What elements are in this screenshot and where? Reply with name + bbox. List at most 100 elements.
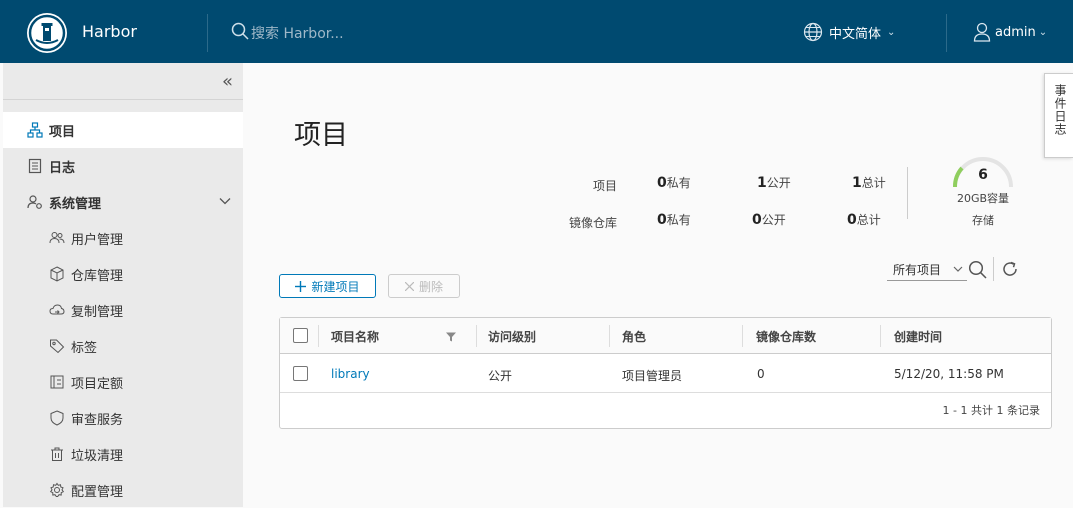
stat-repos-public: 0公开 (752, 212, 786, 228)
sidebar-item-label: 标签 (71, 340, 98, 356)
close-icon (404, 281, 414, 291)
user-icon (973, 22, 991, 42)
new-project-button[interactable]: 新建项目 (279, 274, 376, 298)
language-label: 中文简体 (829, 26, 882, 42)
users-icon (49, 230, 65, 246)
trash-icon (49, 446, 65, 462)
collapse-sidebar-icon[interactable]: « (222, 71, 233, 92)
storage-value: 6 (978, 167, 988, 183)
sidebar-item-registries[interactable]: 仓库管理 (3, 256, 243, 292)
row-checkbox[interactable] (293, 366, 308, 381)
table-row[interactable]: library 公开 项目管理员 0 5/12/20, 11:58 PM (280, 355, 1051, 393)
shield-icon (49, 410, 65, 426)
sidebar-item-label: 日志 (49, 160, 76, 176)
project-role: 项目管理员 (622, 369, 683, 383)
stat-repos-total: 0总计 (847, 212, 881, 228)
sidebar-item-label: 复制管理 (71, 304, 124, 320)
toolbar-divider (993, 257, 994, 281)
main-content: 项目 项目 0私有 1公开 1总计 镜像仓库 0私有 0公开 0总计 6 20G… (243, 63, 1073, 507)
header-divider (207, 14, 208, 52)
sidebar: « 项目 日志 系统管理 用户管理 仓库管理 复制管理 标签 项目定额 审查服务… (3, 63, 243, 507)
new-project-label: 新建项目 (311, 279, 360, 294)
chevron-down-icon: ⌄ (887, 26, 896, 38)
select-all-checkbox[interactable] (293, 328, 308, 343)
column-divider (476, 325, 477, 347)
table-header: 项目名称 访问级别 角色 镜像仓库数 创建时间 (280, 318, 1051, 354)
project-access-level: 公开 (488, 369, 513, 383)
stat-projects-label: 项目 (592, 179, 617, 193)
column-header-name[interactable]: 项目名称 (331, 328, 379, 345)
column-divider (609, 325, 610, 347)
sidebar-item-configuration[interactable]: 配置管理 (3, 472, 243, 508)
stat-repos-label: 镜像仓库 (568, 216, 617, 230)
sidebar-item-logs[interactable]: 日志 (3, 148, 243, 184)
stat-projects-private: 0私有 (657, 175, 691, 191)
project-created-time: 5/12/20, 11:58 PM (894, 367, 1004, 381)
chevron-down-icon (953, 263, 963, 277)
user-menu[interactable]: admin ⌄ (973, 22, 1047, 42)
event-log-label: 事件日志 (1053, 84, 1067, 136)
username: admin (995, 24, 1036, 40)
sidebar-item-interrogation-services[interactable]: 审查服务 (3, 400, 243, 436)
project-name-link[interactable]: library (331, 367, 370, 381)
sidebar-item-users[interactable]: 用户管理 (3, 220, 243, 256)
sidebar-item-projects[interactable]: 项目 (3, 112, 243, 148)
column-header-access[interactable]: 访问级别 (488, 328, 536, 345)
harbor-logo[interactable] (27, 13, 67, 53)
quota-icon (49, 374, 65, 390)
column-header-created[interactable]: 创建时间 (894, 328, 942, 345)
stats-divider (907, 167, 908, 219)
project-repo-count: 0 (757, 367, 765, 381)
chevron-down-icon: ⌄ (1038, 26, 1048, 38)
registry-icon (49, 266, 65, 282)
sidebar-item-replications[interactable]: 复制管理 (3, 292, 243, 328)
sidebar-divider (3, 99, 243, 100)
stat-repos-private: 0私有 (657, 212, 691, 228)
search-icon[interactable] (968, 260, 987, 283)
page-title: 项目 (294, 120, 348, 151)
sidebar-item-system-admin[interactable]: 系统管理 (3, 184, 243, 220)
header-divider (946, 14, 947, 52)
projects-icon (27, 122, 43, 138)
column-divider (742, 325, 743, 347)
search-icon (231, 22, 249, 44)
brand-name[interactable]: Harbor (82, 22, 137, 41)
logs-icon (27, 158, 43, 174)
globe-icon (803, 22, 823, 42)
replication-icon (49, 302, 65, 318)
project-filter-select[interactable]: 所有项目 (887, 259, 967, 281)
projects-table: 项目名称 访问级别 角色 镜像仓库数 创建时间 library 公开 项目管理员… (279, 317, 1052, 429)
language-switcher[interactable]: 中文简体 ⌄ (803, 22, 895, 42)
stat-projects-total: 1总计 (852, 175, 886, 191)
storage-label: 存储 (972, 214, 994, 227)
event-log-tab[interactable]: 事件日志 (1044, 73, 1073, 158)
sidebar-item-label: 用户管理 (71, 232, 124, 248)
sidebar-item-label: 审查服务 (71, 412, 124, 428)
delete-button[interactable]: 删除 (388, 274, 460, 298)
gear-icon (49, 482, 65, 498)
delete-label: 删除 (418, 279, 443, 294)
filter-icon[interactable] (446, 332, 456, 342)
sidebar-item-labels[interactable]: 标签 (3, 328, 243, 364)
stat-projects-public: 1公开 (757, 175, 791, 191)
chevron-down-icon (219, 195, 231, 211)
global-search[interactable]: 搜索 Harbor... (231, 22, 344, 44)
top-header: Harbor 搜索 Harbor... 中文简体 ⌄ admin ⌄ (0, 0, 1073, 63)
filter-selected: 所有项目 (893, 263, 942, 277)
sidebar-item-label: 垃圾清理 (71, 448, 124, 464)
table-footer-count: 1 - 1 共计 1 条记录 (942, 404, 1040, 417)
plus-icon (295, 280, 307, 292)
sidebar-item-garbage-collection[interactable]: 垃圾清理 (3, 436, 243, 472)
column-header-role[interactable]: 角色 (622, 328, 646, 345)
sidebar-item-label: 配置管理 (71, 484, 124, 500)
search-input[interactable]: 搜索 Harbor... (251, 23, 344, 43)
sidebar-item-label: 项目 (49, 124, 76, 140)
column-divider (318, 325, 319, 347)
refresh-icon[interactable] (1001, 260, 1019, 282)
sidebar-item-label: 项目定额 (71, 376, 124, 392)
tag-icon (49, 338, 65, 354)
sidebar-item-label: 系统管理 (49, 196, 102, 212)
sidebar-item-project-quotas[interactable]: 项目定额 (3, 364, 243, 400)
system-admin-icon (27, 194, 43, 210)
column-header-repo-count[interactable]: 镜像仓库数 (756, 328, 816, 345)
